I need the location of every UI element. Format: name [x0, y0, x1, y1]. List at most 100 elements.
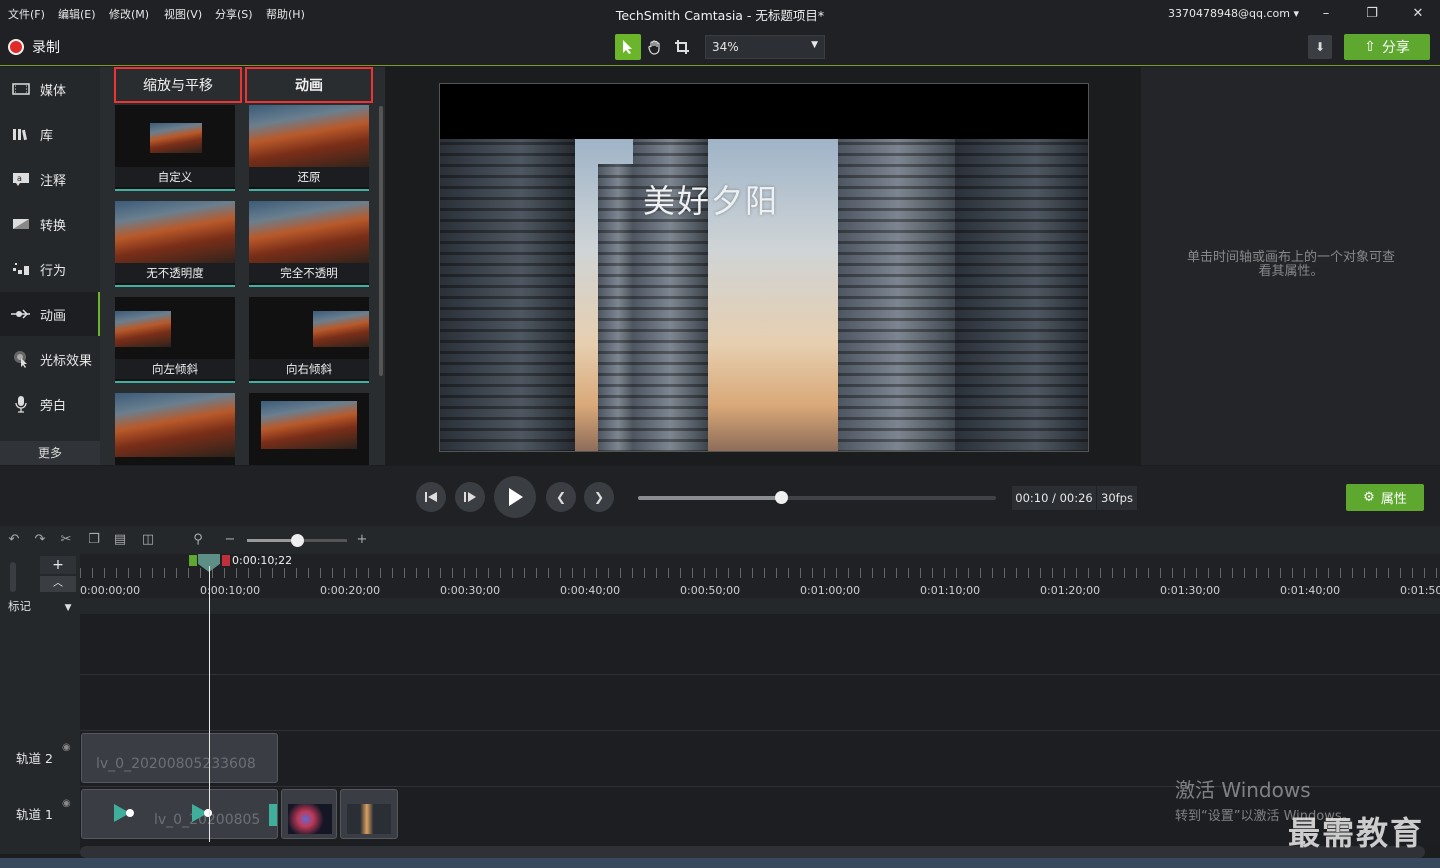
microphone-icon	[10, 396, 32, 413]
canvas-zoom-dropdown[interactable]: 34% ▼	[705, 35, 825, 59]
sidebar-item-library[interactable]: 库	[0, 112, 100, 156]
ruler-tick-label: 0:01:20;00	[1040, 584, 1101, 597]
properties-panel: 单击时间轴或画布上的一个对象可查看其属性。	[1141, 67, 1440, 465]
properties-hint: 单击时间轴或画布上的一个对象可查看其属性。	[1186, 250, 1395, 279]
sidebar-item-behaviors[interactable]: 行为	[0, 247, 100, 291]
play-button[interactable]	[494, 476, 536, 518]
redo-icon[interactable]: ↷	[32, 532, 48, 548]
chevron-down-icon: ▼	[811, 40, 818, 50]
properties-button[interactable]: ⚙ 属性	[1346, 484, 1424, 511]
markers-row[interactable]	[80, 598, 1440, 614]
animation-thumb-custom[interactable]: 自定义	[115, 105, 235, 191]
animation-thumb-full-opacity[interactable]: 完全不透明	[249, 201, 369, 287]
animation-thumb-tilt-right[interactable]: 向右倾斜	[249, 297, 369, 383]
sidebar-item-transitions[interactable]: 转换	[0, 202, 100, 246]
animation-thumb-no-opacity[interactable]: 无不透明度	[115, 201, 235, 287]
ruler-tick-label: 0:01:00;00	[800, 584, 861, 597]
panel-scrollbar[interactable]	[379, 106, 383, 376]
pan-tool-button[interactable]	[642, 34, 668, 60]
animation-thumb-scale-up[interactable]	[115, 393, 235, 465]
ruler-tick-label: 0:01:10;00	[920, 584, 981, 597]
close-icon[interactable]: ✕	[1404, 4, 1432, 24]
markers-toggle[interactable]: 标记 ▼	[8, 598, 72, 614]
zoom-value: 34%	[712, 40, 739, 54]
add-track-button[interactable]: +	[40, 556, 76, 574]
scrubber-handle[interactable]	[775, 491, 789, 504]
minimize-icon[interactable]: –	[1312, 4, 1340, 24]
thumbnail-image	[115, 201, 235, 265]
account-menu[interactable]: 3370478948@qq.com ▾	[1168, 7, 1299, 20]
time-readout: 00:10 / 00:26	[1012, 486, 1096, 510]
tab-animations[interactable]: 动画	[245, 67, 373, 103]
track-height-slider[interactable]	[10, 562, 16, 592]
record-label: 录制	[32, 40, 60, 56]
selection-start-marker[interactable]	[189, 555, 197, 566]
zoom-in-icon[interactable]: +	[354, 532, 370, 548]
playback-bar: ❮ ❯ 00:10 / 00:26 30fps ⚙ 属性	[0, 466, 1440, 526]
animation-thumb-scale-down[interactable]	[249, 393, 369, 465]
step-back-button[interactable]	[416, 482, 446, 512]
eye-icon[interactable]: ◉	[62, 798, 71, 809]
play-icon	[509, 488, 523, 506]
animation-thumb-tilt-left[interactable]: 向左倾斜	[115, 297, 235, 383]
sidebar-item-label: 行为	[40, 263, 67, 279]
chevron-down-icon: ▼	[64, 603, 72, 613]
eye-icon[interactable]: ◉	[62, 742, 71, 753]
film-strip-icon	[10, 81, 32, 97]
zoom-slider-fill	[247, 539, 297, 542]
more-button[interactable]: 更多	[0, 441, 100, 465]
thumb-label: 向右倾斜	[249, 359, 369, 379]
select-tool-button[interactable]	[615, 34, 641, 60]
animation-keyframe-icon	[114, 804, 134, 822]
track-1-label[interactable]: 轨道 1	[16, 804, 53, 823]
taskbar-strip	[0, 858, 1440, 868]
sidebar-item-cursor-effects[interactable]: 光标效果	[0, 337, 100, 381]
split-icon[interactable]: ◫	[140, 532, 156, 548]
playback-scrubber[interactable]	[638, 491, 996, 504]
previous-clip-button[interactable]: ❮	[546, 482, 576, 512]
zoom-out-icon[interactable]: −	[222, 532, 238, 548]
zoom-slider-handle[interactable]	[291, 534, 304, 547]
ruler-ticks	[80, 568, 1440, 578]
download-button[interactable]: ⬇	[1308, 35, 1332, 59]
undo-icon[interactable]: ↶	[6, 532, 22, 548]
tab-zoom-and-pan[interactable]: 缩放与平移	[114, 67, 242, 103]
thumbnail-image	[249, 201, 369, 265]
activate-title: 激活 Windows	[1175, 778, 1311, 802]
record-button[interactable]: 录制	[8, 37, 60, 57]
chevron-right-icon: ❯	[593, 490, 605, 504]
collapse-button[interactable]: ︿	[40, 576, 76, 592]
thumbnail-image	[115, 311, 171, 347]
sidebar-item-media[interactable]: 媒体	[0, 67, 100, 111]
track-2-clip[interactable]: lv_0_20200805233608	[81, 733, 278, 783]
sidebar-item-voice-narration[interactable]: 旁白	[0, 382, 100, 426]
video-canvas[interactable]: 美好夕阳	[439, 83, 1089, 452]
sidebar-item-label: 转换	[40, 218, 67, 234]
paste-icon[interactable]: ▤	[112, 532, 128, 548]
track-1-clip-night[interactable]	[281, 789, 337, 839]
thumbnail-image	[150, 123, 202, 153]
next-clip-button[interactable]: ❯	[584, 482, 614, 512]
restore-icon[interactable]: ❐	[1358, 4, 1386, 24]
sidebar-item-animations[interactable]: 动画	[0, 292, 100, 336]
video-caption[interactable]: 美好夕阳	[643, 176, 779, 222]
animation-thumb-restore[interactable]: 还原	[249, 105, 369, 191]
crop-tool-button[interactable]	[669, 34, 695, 60]
cut-icon[interactable]: ✂	[58, 532, 74, 548]
copy-icon[interactable]: ❐	[86, 532, 102, 548]
ruler-tick-label: 0:00:40;00	[560, 584, 621, 597]
annotation-icon: a	[10, 171, 32, 187]
step-forward-button[interactable]	[455, 482, 485, 512]
cursor-arrow-icon	[623, 40, 632, 54]
clip-trim-handle[interactable]	[269, 804, 277, 826]
playhead-time: 0:00:10;22	[232, 554, 293, 567]
share-button[interactable]: ⇧ 分享	[1344, 34, 1430, 60]
track-1-clip-sunset[interactable]	[340, 789, 398, 839]
track-1-clip[interactable]: lv_0_20200805	[81, 789, 278, 839]
track-2-label[interactable]: 轨道 2	[16, 748, 53, 767]
selection-end-marker[interactable]	[222, 555, 230, 566]
sidebar-item-annotations[interactable]: a 注释	[0, 157, 100, 201]
timeline-zoom-slider[interactable]	[247, 534, 347, 547]
animation-icon	[10, 306, 32, 322]
timeline-horizontal-scrollbar[interactable]	[80, 846, 1425, 858]
